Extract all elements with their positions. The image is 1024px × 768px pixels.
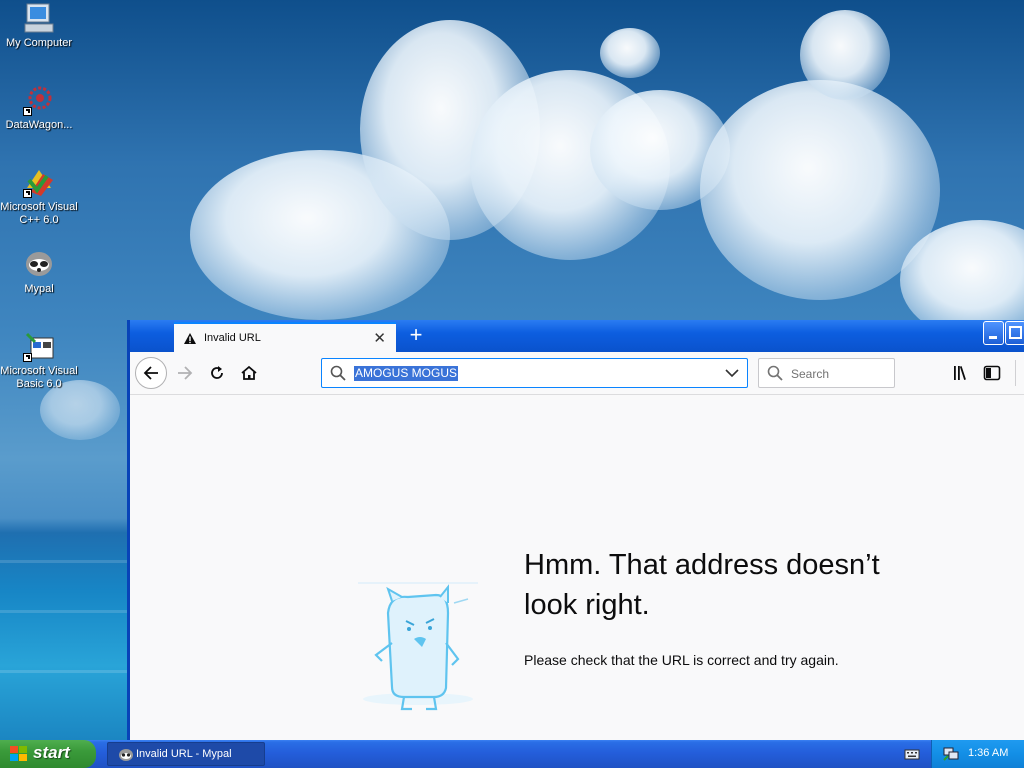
- desktop-icon-label: Microsoft Visual C++ 6.0: [0, 201, 78, 226]
- warning-icon: [183, 332, 197, 348]
- error-page: Hmm. That address doesn’t look right. Pl…: [130, 395, 1024, 740]
- home-icon: [241, 365, 257, 380]
- search-icon: [767, 365, 783, 384]
- desktop-icon-label: Mypal: [24, 283, 54, 295]
- my-computer-icon: [23, 2, 55, 34]
- desktop-icon-visual-basic[interactable]: Microsoft Visual Basic 6.0: [0, 330, 78, 391]
- minimize-button[interactable]: [983, 321, 1004, 345]
- sidebar-icon[interactable]: [983, 364, 1001, 385]
- desktop-icon-my-computer[interactable]: My Computer: [0, 2, 78, 50]
- desktop-icon-label: Microsoft Visual Basic 6.0: [0, 365, 78, 390]
- network-icon[interactable]: [942, 746, 960, 765]
- desktop-icon-label: My Computer: [5, 37, 73, 49]
- clock: 1:36 AM: [968, 747, 1009, 759]
- tab-title: Invalid URL: [204, 332, 261, 344]
- forward-button[interactable]: [170, 358, 200, 388]
- system-tray: 1:36 AM: [931, 740, 1024, 768]
- search-bar[interactable]: Search: [758, 358, 895, 388]
- maximize-button[interactable]: [1005, 321, 1024, 345]
- close-tab-icon[interactable]: ✕: [373, 329, 386, 347]
- navigation-toolbar: AMOGUS MOGUS Search: [130, 352, 1024, 395]
- reload-button[interactable]: [202, 358, 232, 388]
- tab-strip: Invalid URL ✕ +: [130, 320, 1024, 352]
- visual-basic-icon: [23, 330, 55, 362]
- mypal-icon: [118, 747, 134, 766]
- search-placeholder: Search: [791, 367, 830, 381]
- keyboard-icon[interactable]: [904, 747, 920, 764]
- browser-window: Invalid URL ✕ + AMOGUS MOGUS Search Hmm.…: [127, 320, 1024, 740]
- desktop-icon-datawagon[interactable]: DataWagon...: [0, 84, 78, 132]
- library-icon[interactable]: [952, 364, 970, 385]
- desktop-icon-visual-cpp[interactable]: Microsoft Visual C++ 6.0: [0, 166, 78, 227]
- chevron-down-icon[interactable]: [725, 368, 739, 381]
- forward-arrow-icon: [178, 366, 193, 380]
- desktop-icon-mypal[interactable]: Mypal: [0, 248, 78, 296]
- home-button[interactable]: [234, 358, 264, 388]
- reload-icon: [211, 366, 223, 379]
- datawagon-icon: [23, 84, 55, 116]
- start-label: start: [33, 743, 70, 762]
- start-button[interactable]: start: [0, 740, 96, 768]
- url-input[interactable]: AMOGUS MOGUS: [354, 366, 459, 381]
- error-title: Hmm. That address doesn’t look right.: [524, 549, 880, 621]
- toolbar-separator: [1015, 360, 1016, 386]
- tab-invalid-url[interactable]: Invalid URL ✕: [174, 322, 396, 352]
- mypal-icon: [23, 248, 55, 280]
- new-tab-button[interactable]: +: [404, 322, 428, 350]
- taskbar-item-label: Invalid URL - Mypal: [136, 748, 232, 760]
- taskbar-item-mypal[interactable]: Invalid URL - Mypal: [107, 742, 265, 766]
- desktop-icon-label: DataWagon...: [5, 119, 73, 131]
- windows-logo-icon: [10, 746, 28, 767]
- taskbar: start Invalid URL - Mypal 1:36 AM: [0, 740, 1024, 768]
- confused-mascot-illustration: [348, 573, 488, 736]
- back-button[interactable]: [135, 357, 167, 389]
- visual-cpp-icon: [23, 166, 55, 198]
- search-icon: [330, 365, 346, 384]
- url-bar[interactable]: AMOGUS MOGUS: [321, 358, 748, 388]
- back-arrow-icon: [143, 366, 158, 380]
- error-description: Please check that the URL is correct and…: [524, 652, 839, 668]
